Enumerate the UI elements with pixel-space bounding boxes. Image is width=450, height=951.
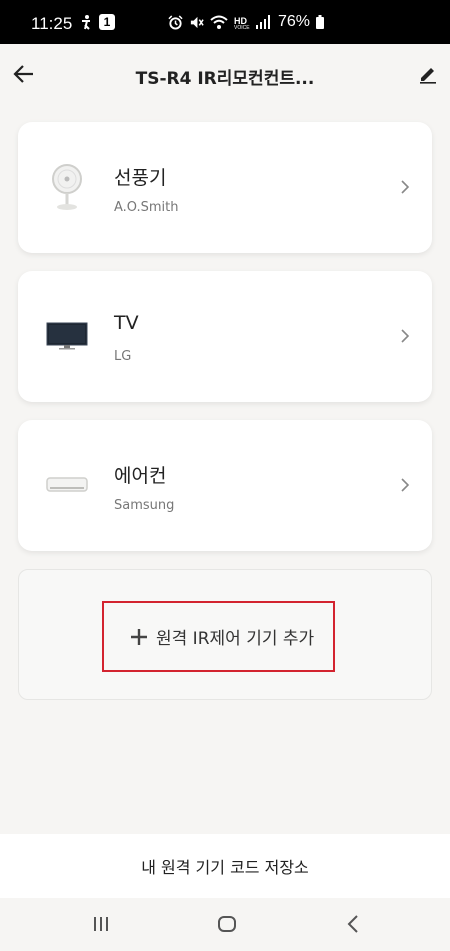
alarm-icon — [168, 14, 183, 30]
battery-icon — [316, 15, 325, 29]
status-time: 11:25 — [31, 14, 73, 33]
recent-apps-button[interactable] — [88, 912, 114, 936]
system-nav-bar — [0, 898, 450, 951]
wifi-icon — [210, 15, 228, 29]
chevron-right-icon — [401, 180, 410, 194]
device-brand: A.O.Smith — [114, 200, 179, 215]
status-right-icons: HD VOICE 76% — [168, 13, 325, 31]
app-header: TS-R4 IR리모컨컨트... — [0, 44, 450, 106]
device-card-fan[interactable]: 선풍기 A.O.Smith — [18, 122, 432, 253]
add-device-label: 원격 IR제어 기기 추가 — [156, 629, 315, 649]
home-icon — [218, 916, 236, 932]
tv-icon — [43, 311, 91, 361]
add-ir-device-button[interactable]: 원격 IR제어 기기 추가 — [130, 624, 314, 649]
system-back-button[interactable] — [340, 912, 366, 936]
status-left-icons: 1 — [79, 14, 115, 30]
page-title: TS-R4 IR리모컨컨트... — [135, 69, 315, 89]
air-conditioner-icon — [43, 460, 91, 510]
mute-icon — [190, 16, 204, 28]
edit-pencil-icon — [420, 68, 436, 84]
device-card-air-conditioner[interactable]: 에어컨 Samsung — [18, 420, 432, 551]
battery-percent: 76% — [278, 13, 311, 30]
device-brand: LG — [114, 349, 132, 364]
status-bar: 11:25 1 HD VOICE 76% — [0, 0, 450, 44]
signal-icon — [256, 15, 270, 29]
code-storage-label: 내 원격 기기 코드 저장소 — [141, 858, 309, 877]
home-button[interactable] — [214, 912, 240, 936]
back-icon — [347, 915, 358, 933]
device-name: 선풍기 — [114, 167, 167, 189]
chevron-right-icon — [401, 478, 410, 492]
plus-icon — [131, 628, 147, 645]
hd-voice-icon: HD VOICE — [234, 16, 250, 30]
notification-badge: 1 — [99, 14, 115, 30]
chevron-right-icon — [401, 329, 410, 343]
device-brand: Samsung — [114, 498, 175, 513]
recent-apps-icon — [94, 917, 108, 931]
svg-text:VOICE: VOICE — [234, 25, 250, 30]
accessibility-icon — [82, 15, 90, 30]
edit-button[interactable] — [412, 58, 444, 90]
device-name: 에어컨 — [114, 465, 167, 487]
fan-icon — [43, 162, 91, 212]
device-card-tv[interactable]: TV LG — [18, 271, 432, 402]
device-name: TV — [114, 312, 139, 334]
code-storage-button[interactable]: 내 원격 기기 코드 저장소 — [0, 834, 450, 898]
